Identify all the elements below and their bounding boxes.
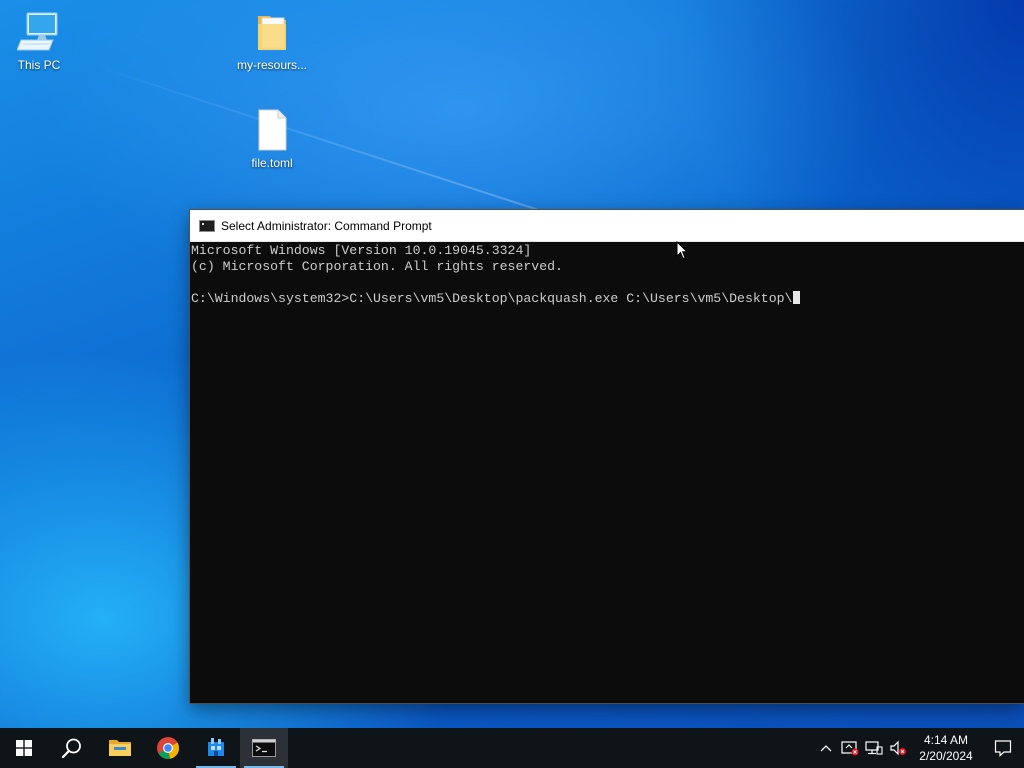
windows-start-icon [16,740,32,756]
security-icon [841,741,859,756]
console-output[interactable]: Microsoft Windows [Version 10.0.19045.33… [190,242,1024,307]
console-command-text: C:\Windows\system32>C:\Users\vm5\Desktop… [191,291,793,306]
desktop: This PC my-resours... file.toml Select A… [0,0,1024,728]
command-prompt-window[interactable]: Select Administrator: Command Prompt Mic… [190,210,1024,703]
desktop-icon-label: my-resours... [236,58,307,72]
start-button[interactable] [0,728,48,768]
tray-network[interactable] [862,728,886,768]
desktop-icon-this-pc[interactable]: This PC [1,10,77,72]
taskbar-chrome[interactable] [144,728,192,768]
search-button[interactable] [48,728,96,768]
chrome-icon [157,737,179,759]
tray-volume[interactable] [886,728,910,768]
file-explorer-icon [109,740,131,756]
network-icon [865,741,883,755]
text-cursor [793,291,801,304]
system-tray: 4:14 AM 2/20/2024 [814,728,1024,768]
notification-icon [994,740,1012,757]
volume-muted-icon [890,740,906,756]
desktop-icon-my-resources[interactable]: my-resours... [234,10,310,72]
app-icon [208,738,224,756]
clock-date: 2/20/2024 [919,749,973,763]
command-prompt-icon [252,739,276,757]
console-line: (c) Microsoft Corporation. All rights re… [191,259,563,274]
console-input-line[interactable]: C:\Windows\system32>C:\Users\vm5\Desktop… [191,291,1024,307]
console-line: Microsoft Windows [Version 10.0.19045.33… [191,243,532,258]
folder-icon [250,10,294,54]
taskbar: 4:14 AM 2/20/2024 [0,728,1024,768]
file-icon [250,108,294,152]
computer-icon [16,10,61,54]
clock-time: 4:14 AM [923,733,969,747]
window-title: Select Administrator: Command Prompt [221,218,432,233]
desktop-icon-label: file.toml [251,156,293,170]
action-center-button[interactable] [982,728,1024,768]
tray-security[interactable] [838,728,862,768]
desktop-icon-label: This PC [17,58,61,72]
desktop-icon-file-toml[interactable]: file.toml [234,108,310,170]
taskbar-file-explorer[interactable] [96,728,144,768]
taskbar-command-prompt[interactable] [240,728,288,768]
taskbar-clock[interactable]: 4:14 AM 2/20/2024 [910,732,982,764]
show-hidden-icons-button[interactable] [814,728,838,768]
window-titlebar[interactable]: Select Administrator: Command Prompt [190,210,1024,242]
command-prompt-icon [199,219,215,232]
chevron-up-icon [820,745,832,752]
search-icon [61,738,81,759]
mouse-pointer-icon [676,240,689,265]
taskbar-app[interactable] [192,728,240,768]
